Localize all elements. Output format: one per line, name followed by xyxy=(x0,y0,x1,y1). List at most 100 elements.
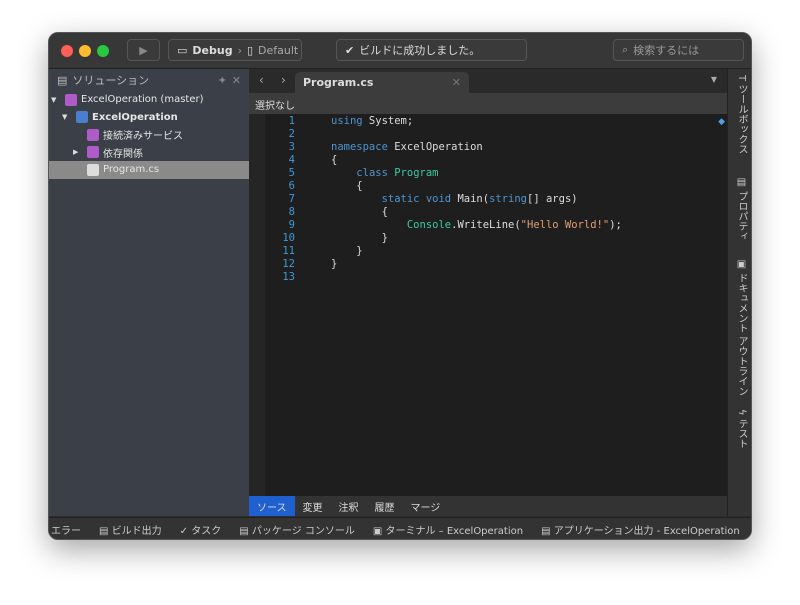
search-input[interactable]: ⌕ 検索するには xyxy=(613,39,744,61)
outline-label: ドキュメント アウトライン xyxy=(736,273,747,397)
code-line: 4{ xyxy=(265,154,727,167)
bottom-tab[interactable]: 履歴 xyxy=(367,496,403,516)
tree-item-label: 依存関係 xyxy=(103,148,143,160)
code-token: using xyxy=(331,115,363,127)
tree-item[interactable]: Program.cs xyxy=(49,161,249,179)
expander-icon[interactable]: ▶ xyxy=(73,148,83,156)
code-line: 9 Console.WriteLine("Hello World!"); xyxy=(265,219,727,232)
marker-icon: ◆ xyxy=(718,117,725,127)
document-outline-tab[interactable]: ▣ ドキュメント アウトライン xyxy=(734,259,749,396)
code-area[interactable]: 1 using System; 2 3 namespace ExcelOperation… xyxy=(265,115,727,496)
tree-item-icon xyxy=(87,128,99,141)
code-token: } xyxy=(331,232,388,244)
tree-item-icon xyxy=(76,111,88,124)
code-line: 3 namespace ExcelOperation xyxy=(265,141,727,154)
code-line: 11 } xyxy=(265,245,727,258)
line-number: 2 xyxy=(288,128,295,140)
status-bar: エラー ▤ ビルド出力 ✓ タスク ▤ パッケージ コンソール ▣ ターミナル … xyxy=(49,517,751,539)
test-tab[interactable]: ϟ テスト xyxy=(734,409,749,449)
build-status: ✔ ビルドに成功しました。 xyxy=(336,39,527,61)
device-label: Default xyxy=(258,43,299,57)
code-line: 7 static void Main(string[] args) xyxy=(265,193,727,206)
forward-icon[interactable]: › xyxy=(281,73,286,87)
search-placeholder: 検索するには xyxy=(633,44,700,57)
solution-title: ソリューション xyxy=(72,74,150,87)
code-text: using System; xyxy=(331,115,413,128)
code-line: 12} xyxy=(265,258,727,271)
code-token: static xyxy=(381,193,420,205)
code-line: 6 { xyxy=(265,180,727,193)
properties-tab[interactable]: ▤ プロパティ xyxy=(734,177,749,241)
app-output-pad[interactable]: ▤ アプリケーション出力 - ExcelOperation xyxy=(541,522,740,537)
right-pad-strip: T ツールボックス ▤ プロパティ ▣ ドキュメント アウトライン ϟ テスト xyxy=(727,69,751,516)
code-token: } xyxy=(331,258,338,270)
code-token: void xyxy=(425,193,452,205)
code-text: { xyxy=(331,154,337,167)
line-number: 6 xyxy=(288,180,295,192)
gutter xyxy=(249,114,265,496)
errors-pad[interactable]: エラー xyxy=(51,522,81,537)
code-token: Main( xyxy=(451,193,490,205)
tree-item-icon xyxy=(87,163,99,176)
chevron-right-icon: › xyxy=(237,43,242,57)
configuration-selector[interactable]: ▭ Debug › ▯ Default xyxy=(168,39,302,61)
tree-item[interactable]: ▼ ExcelOperation (master) xyxy=(49,91,249,109)
pin-icon[interactable]: ✦ xyxy=(218,74,227,87)
close-button[interactable] xyxy=(61,45,73,57)
code-text: } xyxy=(331,258,337,271)
package-console-pad[interactable]: ▤ パッケージ コンソール xyxy=(239,522,355,537)
check-circle-icon: ✔ xyxy=(345,43,355,57)
tasks-pad[interactable]: ✓ タスク xyxy=(180,522,222,537)
bottom-tab[interactable]: 変更 xyxy=(295,496,331,516)
bottom-tab[interactable]: 注釈 xyxy=(331,496,367,516)
run-button[interactable]: ▶ xyxy=(127,39,160,61)
tree-item[interactable]: 接続済みサービス xyxy=(49,126,249,144)
solution-header: ▤ ソリューション ✦ ✕ xyxy=(49,69,249,91)
build-output-label: ビルド出力 xyxy=(111,526,162,537)
tab-label: Program.cs xyxy=(303,76,374,89)
tree-item-label: ExcelOperation xyxy=(92,111,178,123)
code-token: [] args) xyxy=(527,193,578,205)
close-tab-icon[interactable]: ✕ xyxy=(452,76,461,89)
tree-item[interactable]: ▼ ExcelOperation xyxy=(49,109,249,127)
build-output-pad[interactable]: ▤ ビルド出力 xyxy=(99,522,162,537)
terminal-pad[interactable]: ▣ ターミナル – ExcelOperation xyxy=(373,522,523,537)
back-icon[interactable]: ‹ xyxy=(259,73,264,87)
bottom-tab[interactable]: マージ xyxy=(403,496,449,516)
expander-icon[interactable]: ▼ xyxy=(62,113,72,121)
expander-icon[interactable]: ▼ xyxy=(51,96,61,104)
minimize-button[interactable] xyxy=(79,45,91,57)
close-pad-icon[interactable]: ✕ xyxy=(232,74,241,87)
code-text: } xyxy=(331,232,388,245)
code-text: { xyxy=(331,206,388,219)
code-token: { xyxy=(331,154,338,166)
line-number: 3 xyxy=(288,141,295,153)
line-number: 1 xyxy=(288,115,295,127)
package-console-label: パッケージ コンソール xyxy=(251,526,355,537)
code-text: static void Main(string[] args) xyxy=(331,193,578,206)
toolbox-tab[interactable]: T ツールボックス xyxy=(734,75,749,154)
code-line: 2 xyxy=(265,128,727,141)
line-number: 10 xyxy=(282,232,295,244)
tab-program-cs[interactable]: Program.cs ✕ xyxy=(295,72,469,93)
maximize-button[interactable] xyxy=(97,45,109,57)
code-text: namespace ExcelOperation xyxy=(331,141,483,154)
line-number: 13 xyxy=(282,271,295,283)
tree-item[interactable]: ▶ 依存関係 xyxy=(49,144,249,162)
code-line: 8 { xyxy=(265,206,727,219)
line-number: 12 xyxy=(282,258,295,270)
tab-dropdown-icon[interactable]: ▼ xyxy=(711,75,717,84)
editor-tabs: ‹ › Program.cs ✕ ▼ xyxy=(249,69,727,93)
code-line: 10 } xyxy=(265,232,727,245)
properties-label: プロパティ xyxy=(736,191,747,242)
breadcrumb[interactable]: 選択なし xyxy=(249,93,727,114)
app-output-label: アプリケーション出力 - ExcelOperation xyxy=(553,526,740,537)
code-line: 5 class Program xyxy=(265,167,727,180)
code-token: class xyxy=(356,167,388,179)
bottom-tab[interactable]: ソース xyxy=(249,496,295,516)
code-text: { xyxy=(331,180,362,193)
solution-pad: ▤ ソリューション ✦ ✕ ▼ ExcelOperation (master) ▼ E… xyxy=(49,69,249,516)
